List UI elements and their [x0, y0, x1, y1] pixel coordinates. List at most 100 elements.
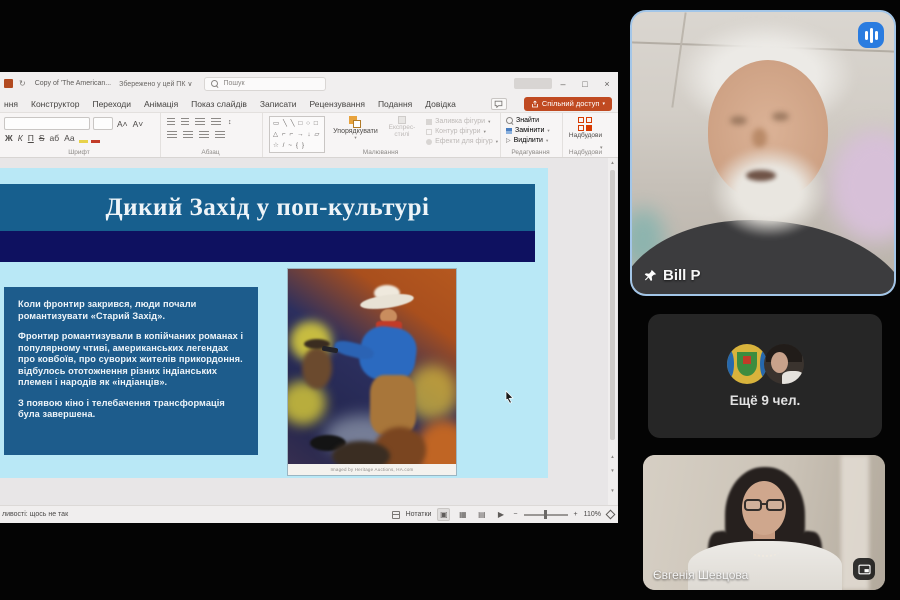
notes-button[interactable]: Нотатки	[406, 511, 432, 518]
chevron-down-icon: ▾	[602, 101, 605, 107]
font-color-button[interactable]	[91, 134, 100, 143]
numbering-icon[interactable]	[181, 118, 189, 126]
tab-review[interactable]: Рецензування	[310, 99, 365, 109]
saved-status[interactable]: Збережено у цей ПК ∨	[119, 80, 192, 88]
titlebar-account-button[interactable]	[514, 78, 552, 89]
comments-button[interactable]	[491, 98, 507, 110]
replace-button[interactable]: Замінити ▾	[506, 127, 560, 134]
zoom-out-button[interactable]: −	[513, 511, 517, 518]
audio-playing-icon[interactable]	[858, 22, 884, 48]
tab-insert-fragment[interactable]: ння	[4, 99, 18, 109]
shape-outline-label: Контур фігури	[435, 128, 480, 135]
participant-name: Євгенія Шевцова	[653, 568, 748, 582]
close-button[interactable]: ×	[596, 79, 618, 89]
replace-icon	[506, 128, 512, 134]
arrange-button[interactable]: Упорядкувати ▾	[333, 116, 378, 141]
tab-slideshow[interactable]: Показ слайдів	[191, 99, 247, 109]
underline-button[interactable]: П	[27, 133, 35, 143]
shape-outline-button: Контур фігури ▾	[426, 128, 498, 135]
autosave-icon[interactable]: ↻	[19, 79, 26, 88]
slide-text-box[interactable]: Коли фронтир закрився, люди почали роман…	[4, 287, 258, 455]
next-slide-icon[interactable]: ▼	[608, 468, 617, 473]
tab-record[interactable]: Записати	[260, 99, 297, 109]
share-button[interactable]: Спільний доступ ▾	[524, 97, 612, 111]
scrollbar-thumb[interactable]	[610, 170, 615, 440]
strikethrough-button[interactable]: S	[38, 133, 46, 143]
chevron-down-icon: ▾	[354, 135, 356, 141]
font-name-box[interactable]	[4, 117, 90, 130]
video-tile-yevheniia[interactable]: Євгенія Шевцова	[643, 455, 885, 590]
chevron-down-icon: ▾	[496, 139, 498, 145]
zoom-slider[interactable]	[524, 514, 568, 516]
char-spacing-button[interactable]: аб	[48, 133, 60, 143]
tab-transitions[interactable]: Переходи	[92, 99, 131, 109]
video-tile-more-participants[interactable]: Ещё 9 чел.	[648, 314, 882, 438]
tab-design[interactable]: Конструктор	[31, 99, 79, 109]
decrease-indent-icon[interactable]	[195, 118, 205, 126]
minimize-button[interactable]: –	[552, 79, 574, 89]
slide-title-banner[interactable]: Дикий Захід у поп-культурі	[0, 184, 535, 231]
zoom-in-button[interactable]: +	[574, 511, 578, 518]
shapes-gallery[interactable]: ▭ ╲ ╲ □ ○ □ △ ⌐ ⌐ → ↓ ▱ ☆ / ~ { }	[269, 116, 325, 153]
shape-outline-icon	[426, 129, 432, 135]
zoom-slider-thumb[interactable]	[544, 510, 548, 519]
reading-view-button[interactable]: ▤	[475, 508, 488, 521]
chevron-down-icon: ▾	[546, 138, 548, 144]
search-box[interactable]: Пошук	[204, 77, 326, 91]
align-left-icon[interactable]	[167, 131, 177, 139]
search-icon	[211, 80, 218, 87]
mouse-cursor	[505, 390, 515, 404]
accessibility-status[interactable]: ливості: щось не так	[2, 511, 68, 518]
scroll-down-icon[interactable]: ▼	[608, 488, 617, 493]
shape-fill-button: Заливка фігури ▾	[426, 118, 498, 125]
tab-view[interactable]: Подання	[378, 99, 412, 109]
justify-icon[interactable]	[215, 131, 225, 139]
shrink-font-button[interactable]: A˅	[132, 119, 145, 129]
bold-button[interactable]: Ж	[4, 133, 14, 143]
shape-effects-button: Ефекти для фігур ▾	[426, 138, 498, 145]
video-tile-bill-p[interactable]: Bill P	[630, 10, 896, 296]
pearl-necklace	[751, 547, 779, 557]
picture-in-picture-icon[interactable]	[853, 558, 875, 580]
search-label: Пошук	[223, 80, 244, 87]
zoom-level[interactable]: 110%	[584, 511, 601, 518]
previous-slide-icon[interactable]: ▲	[608, 454, 617, 459]
shapes-row: △ ⌐ ⌐ → ↓ ▱	[273, 129, 321, 140]
chevron-down-icon: ▾	[488, 119, 490, 125]
share-label: Спільний доступ	[542, 99, 600, 108]
highlight-color-button[interactable]	[79, 134, 88, 143]
slide-image-western-painting[interactable]: Imaged by Heritage Auctions, HA.com	[287, 268, 457, 476]
tab-animations[interactable]: Анімація	[144, 99, 178, 109]
increase-indent-icon[interactable]	[211, 118, 221, 126]
slideshow-button[interactable]: ▶	[494, 508, 507, 521]
tab-help[interactable]: Довідка	[425, 99, 456, 109]
change-case-button[interactable]: Аа	[63, 133, 76, 143]
slide-paragraph: Фронтир романтизували в копійчаних роман…	[18, 331, 244, 389]
fit-to-window-icon[interactable]	[606, 510, 616, 520]
slide-accent-band[interactable]	[0, 231, 535, 262]
bullets-icon[interactable]	[167, 118, 175, 126]
addins-button[interactable]: Надбудови	[563, 113, 608, 139]
find-button[interactable]: Знайти	[506, 117, 560, 124]
maximize-button[interactable]: □	[574, 79, 596, 89]
line-spacing-icon[interactable]: ↕	[227, 119, 233, 126]
italic-button[interactable]: К	[17, 133, 24, 143]
vertical-scrollbar[interactable]: ▲ ▲ ▼ ▼	[608, 158, 617, 505]
quick-styles-label: Експрес-стилі	[387, 124, 417, 138]
ribbon-collapse-icon[interactable]: ▾	[600, 145, 603, 151]
powerpoint-window: ↻ Copy of 'The American... Збережено у ц…	[0, 72, 618, 523]
align-center-icon[interactable]	[183, 131, 193, 139]
normal-view-button[interactable]: ▣	[437, 508, 450, 521]
image-caption: Imaged by Heritage Auctions, HA.com	[288, 464, 456, 475]
status-bar: ливості: щось не так Нотатки ▣ ▦ ▤ ▶ − +…	[0, 505, 618, 523]
font-size-box[interactable]	[93, 117, 113, 130]
select-button[interactable]: ▷ Виділити ▾	[506, 137, 560, 144]
grow-font-button[interactable]: A˄	[116, 119, 129, 129]
slide-canvas[interactable]: Дикий Захід у поп-культурі Коли фронтир …	[0, 168, 548, 478]
second-gunman	[302, 347, 332, 389]
align-right-icon[interactable]	[199, 131, 209, 139]
slide-sorter-button[interactable]: ▦	[456, 508, 469, 521]
font-group: A˄ A˅ Ж К П S аб Аа Шрифт	[0, 113, 158, 157]
scroll-up-icon[interactable]: ▲	[608, 160, 617, 165]
ribbon: A˄ A˅ Ж К П S аб Аа Шрифт	[0, 113, 618, 158]
